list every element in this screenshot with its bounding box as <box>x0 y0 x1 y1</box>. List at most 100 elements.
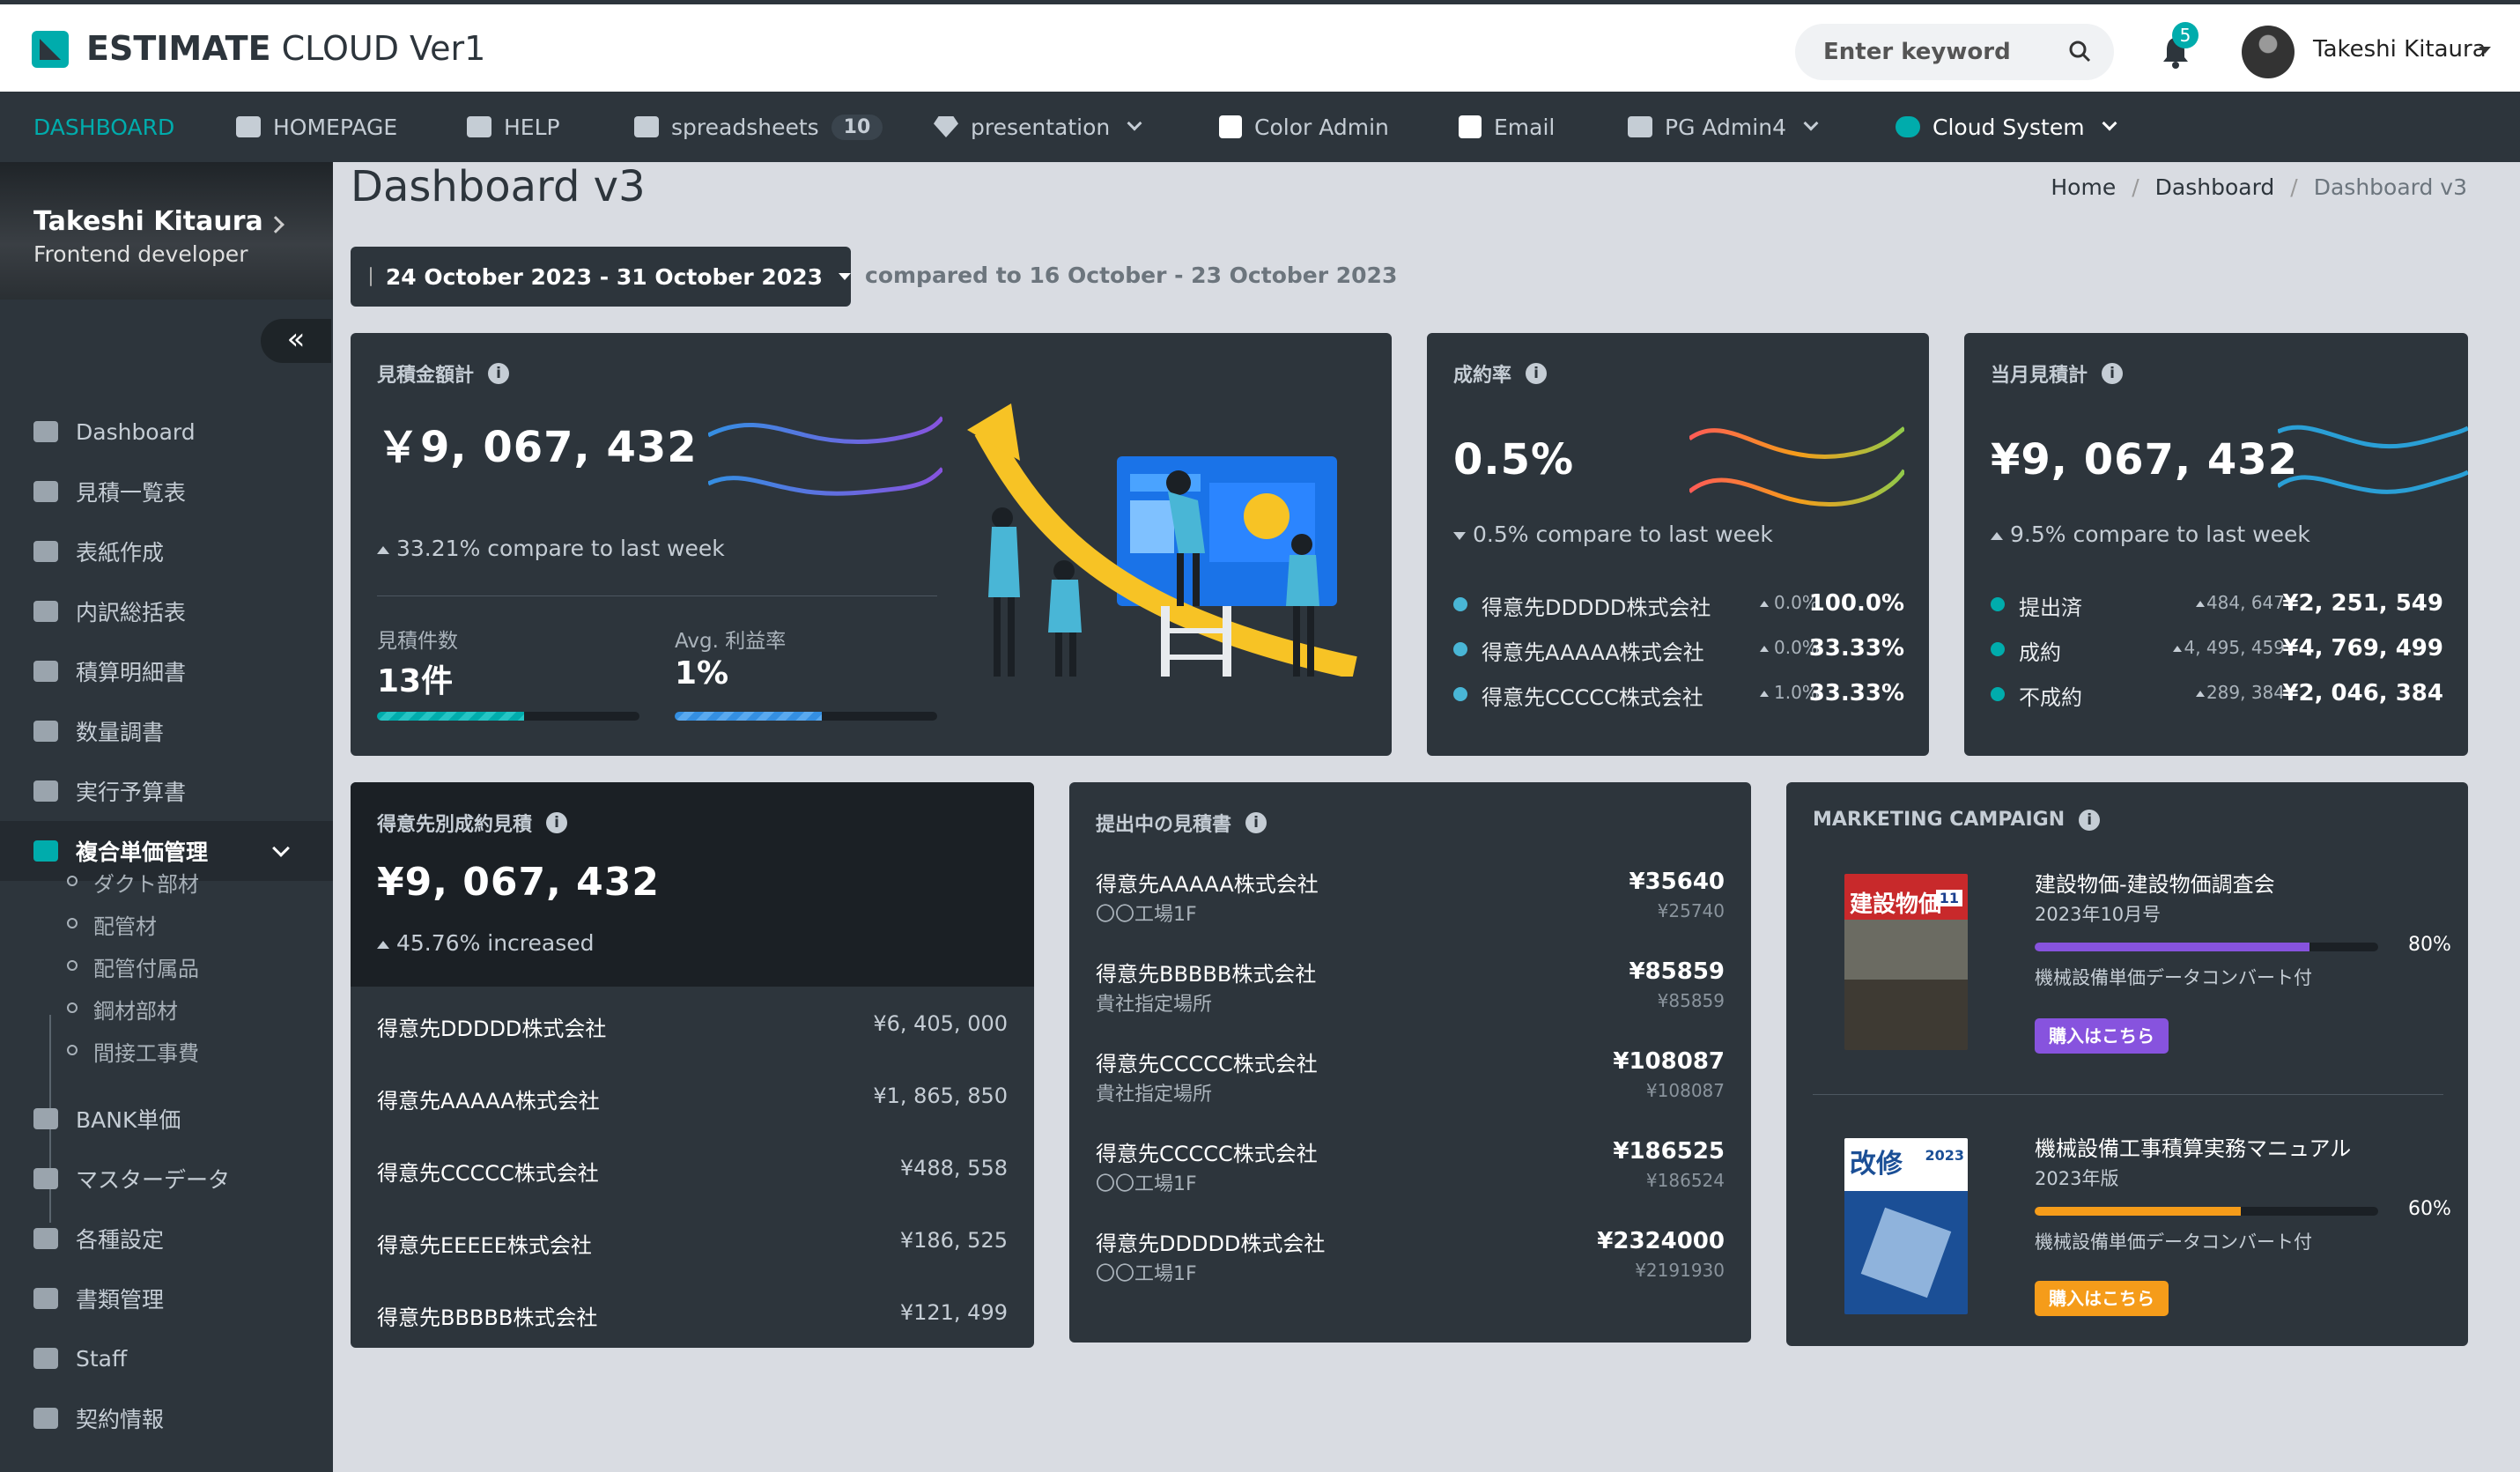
nav-homepage[interactable]: HOMEPAGE <box>236 111 397 143</box>
card-title-text: 成約率 <box>1453 365 1512 387</box>
sidebar-item-label: 複合単価管理 <box>76 840 209 865</box>
list-item: 得意先CCCCC株式会社 1.0% 33.33% <box>1453 677 1904 712</box>
row-pct: 4, 495, 459 <box>2173 637 2285 658</box>
table-row: 得意先EEEEE株式会社 ¥186, 525 <box>377 1228 1008 1263</box>
chevron-down-icon <box>272 840 290 857</box>
submenu-item[interactable]: 間接工事費 <box>67 1036 199 1067</box>
chevron-down-icon[interactable] <box>2479 47 2491 54</box>
purchase-button[interactable]: 購入はこちら <box>2035 1281 2169 1316</box>
search-box <box>1795 24 2114 80</box>
estimate-client: 得意先CCCCC株式会社 <box>1096 1052 1318 1076</box>
search-input[interactable] <box>1823 36 2052 68</box>
bootstrap-icon <box>1459 115 1482 138</box>
sidebar-item-label: 数量調書 <box>76 720 165 745</box>
info-icon[interactable]: i <box>2079 809 2101 831</box>
search-icon[interactable] <box>2068 40 2091 63</box>
row-pct-text: 484, 647 <box>2206 592 2285 613</box>
sidebar-item-contract[interactable]: 契約情報 <box>0 1388 333 1448</box>
page-title: Dashboard v3 <box>351 162 646 211</box>
avatar[interactable] <box>2242 26 2295 78</box>
submenu-item[interactable]: ダクト部材 <box>67 867 199 898</box>
nav-label: HELP <box>504 114 560 140</box>
table-row: 得意先CCCCC株式会社 ¥488, 558 <box>377 1156 1008 1191</box>
estimate-location: 貴社指定場所 <box>1096 994 1213 1016</box>
list-item[interactable]: 得意先BBBBB株式会社 貴社指定場所 ¥85859 ¥85859 <box>1096 957 1725 1018</box>
nav-pg-admin4[interactable]: PG Admin4 <box>1628 111 1819 143</box>
submenu-item[interactable]: 配管付属品 <box>67 951 199 982</box>
submenu-item[interactable]: 配管材 <box>67 909 157 940</box>
campaign-note: 機械設備単価データコンバート付 <box>2035 967 2312 988</box>
list-item[interactable]: 得意先CCCCC株式会社 〇〇工場1F ¥186525 ¥186524 <box>1096 1136 1725 1198</box>
rate-compare: 0.5% compare to last week <box>1453 521 1773 547</box>
list-item[interactable]: 得意先AAAAA株式会社 〇〇工場1F ¥35640 ¥25740 <box>1096 867 1725 928</box>
status-dot <box>1991 642 2005 656</box>
count-value: 13件 <box>377 663 454 699</box>
book-cover-image[interactable]: 建設物価 11 <box>1844 874 1968 1050</box>
count-label: 見積件数 <box>377 630 458 653</box>
nav-dashboard[interactable]: DASHBOARD <box>33 111 174 143</box>
calendar-icon <box>370 267 372 286</box>
sidebar-item-dashboard[interactable]: Dashboard <box>0 402 333 462</box>
book-cover-image[interactable]: 改修 2023 <box>1844 1138 1968 1314</box>
user-name[interactable]: Takeshi Kitaura <box>2313 36 2487 63</box>
breadcrumb-dashboard[interactable]: Dashboard <box>2155 174 2275 200</box>
book-cover-text: 改修 <box>1850 1149 1903 1180</box>
nav-help[interactable]: HELP <box>467 111 560 143</box>
logo-icon[interactable] <box>32 31 69 68</box>
purchase-button[interactable]: 購入はこちら <box>2035 1018 2169 1054</box>
sidebar-item-bank[interactable]: BANK単価 <box>0 1089 333 1149</box>
list-item[interactable]: 得意先CCCCC株式会社 貴社指定場所 ¥108087 ¥108087 <box>1096 1047 1725 1108</box>
nav-cloud-system[interactable]: Cloud System <box>1896 111 2117 143</box>
estimate-base: ¥2191930 <box>1635 1260 1725 1281</box>
sidebar-item-staff[interactable]: Staff <box>0 1328 333 1388</box>
campaign-title[interactable]: 機械設備工事積算実務マニュアル <box>2035 1131 2351 1162</box>
info-icon[interactable]: i <box>1245 812 1267 833</box>
info-icon[interactable]: i <box>488 363 510 384</box>
monthly-value: ¥9, 067, 432 <box>1991 435 2299 485</box>
nav-color-admin[interactable]: Color Admin <box>1219 111 1389 143</box>
hdd-icon <box>33 601 58 622</box>
sidebar-item-master[interactable]: マスターデータ <box>0 1149 333 1209</box>
sidebar-item-summary[interactable]: 内訳総括表 <box>0 581 333 641</box>
breadcrumb-home[interactable]: Home <box>2051 174 2116 200</box>
info-icon[interactable]: i <box>1526 363 1548 384</box>
sidebar-item-estimates[interactable]: 見積一覧表 <box>0 462 333 521</box>
sitemap-icon <box>33 840 58 862</box>
chevron-down-icon <box>1803 115 1819 131</box>
client-value: ¥186, 525 <box>899 1228 1008 1253</box>
row-value: ¥2, 046, 384 <box>2282 680 2443 706</box>
nav-email[interactable]: Email <box>1459 111 1555 143</box>
sidebar-collapse-button[interactable]: « <box>261 319 331 363</box>
app-brand[interactable]: ESTIMATE CLOUD Ver1 <box>86 29 485 68</box>
nav-presentation[interactable]: presentation <box>934 111 1142 143</box>
caret-down-icon <box>839 273 851 280</box>
info-icon[interactable]: i <box>2102 363 2124 384</box>
help-icon <box>467 116 491 137</box>
list-item[interactable]: 得意先DDDDD株式会社 〇〇工場1F ¥2324000 ¥2191930 <box>1096 1226 1725 1288</box>
sidebar-item-documents[interactable]: 書類管理 <box>0 1269 333 1328</box>
card-title-text: MARKETING CAMPAIGN <box>1813 809 2066 831</box>
row-value: ¥4, 769, 499 <box>2282 635 2443 662</box>
count-progress <box>377 712 639 721</box>
breadcrumb: Home / Dashboard / Dashboard v3 <box>2051 174 2467 200</box>
sidebar-profile[interactable]: Takeshi Kitaura Frontend developer <box>0 162 333 300</box>
campaign-title[interactable]: 建設物価-建設物価調査会 <box>2035 867 2275 898</box>
nav-label: HOMEPAGE <box>273 114 398 140</box>
campaign-percent: 60% <box>2408 1198 2451 1220</box>
envelope-icon <box>1628 116 1652 137</box>
info-icon[interactable]: i <box>546 812 568 833</box>
estimate-amount: ¥186525 <box>1613 1138 1725 1165</box>
date-range-button[interactable]: 24 October 2023 - 31 October 2023 <box>351 247 851 307</box>
sidebar-item-budget[interactable]: 実行予算書 <box>0 761 333 821</box>
diamond-icon <box>934 116 958 137</box>
sidebar-item-quantity[interactable]: 数量調書 <box>0 701 333 761</box>
date-range-label: 24 October 2023 - 31 October 2023 <box>385 263 823 290</box>
row-value: 33.33% <box>1808 635 1904 662</box>
sidebar-item-details[interactable]: 積算明細書 <box>0 641 333 701</box>
sidebar-item-settings[interactable]: 各種設定 <box>0 1209 333 1269</box>
submenu-item[interactable]: 鋼材部材 <box>67 994 178 1024</box>
row-name: 得意先CCCCC株式会社 <box>1482 685 1703 710</box>
nav-spreadsheets[interactable]: spreadsheets 10 <box>634 111 883 143</box>
sidebar-item-cover[interactable]: 表紙作成 <box>0 521 333 581</box>
card-title: 得意先別成約見積 i <box>377 809 568 837</box>
